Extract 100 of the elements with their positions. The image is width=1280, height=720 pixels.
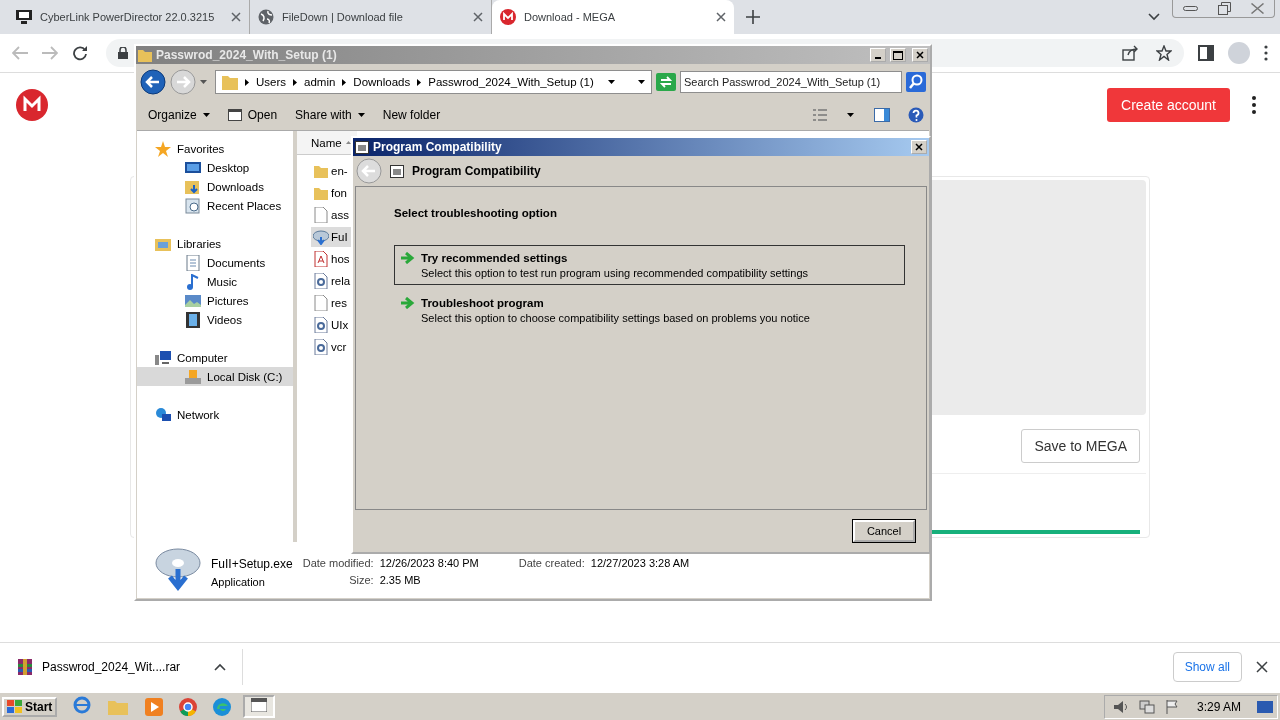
refresh-icon (656, 73, 676, 91)
cancel-button[interactable]: Cancel (853, 520, 915, 542)
browser-tab[interactable]: CyberLink PowerDirector 22.0.3215 (8, 0, 250, 34)
file-item[interactable]: fon (311, 183, 357, 203)
create-account-button[interactable]: Create account (1107, 88, 1230, 122)
window-icon (227, 109, 242, 121)
toolbar-button[interactable]: Organize (142, 105, 216, 125)
star-outline-icon (1156, 45, 1172, 61)
globe-icon (258, 9, 274, 25)
caret-icon (293, 78, 298, 86)
close-icon (916, 51, 924, 59)
field-value: 12/26/2023 8:40 PM (379, 557, 479, 569)
nav-item[interactable]: Pictures (137, 291, 293, 310)
nav-item[interactable]: Music (137, 272, 293, 291)
drive-icon (185, 368, 201, 385)
close-button[interactable] (912, 48, 928, 62)
window-title: Passwrod_2024_With_Setup (1) (156, 48, 337, 62)
toolbar-button[interactable]: Open (221, 105, 284, 125)
file-item[interactable]: UIx (311, 315, 357, 335)
search-field[interactable]: Search Passwrod_2024_With_Setup (1) (680, 71, 902, 93)
nav-item[interactable]: Favorites (137, 139, 293, 158)
view-list-icon (813, 109, 827, 121)
chevron-down-icon (1148, 13, 1160, 21)
windows-flag-icon (7, 699, 23, 714)
maximize-button[interactable] (890, 48, 906, 62)
recent-places-icon (185, 197, 201, 214)
caret-icon (607, 80, 615, 84)
caret-icon (245, 78, 249, 86)
download-item[interactable]: Passwrod_2024_Wit....rar (42, 660, 181, 674)
file-item[interactable]: res (311, 293, 357, 313)
film-icon (185, 311, 201, 328)
star-icon (155, 140, 171, 157)
media-player-icon (145, 697, 164, 716)
file-icon (313, 207, 329, 223)
reload-icon (72, 45, 88, 61)
menu-icon (1252, 96, 1256, 114)
nav-item[interactable]: Local Disk (C:) (137, 367, 293, 386)
arrow-icon (401, 252, 415, 264)
setup-disc-icon (155, 545, 201, 591)
nav-item[interactable]: Desktop (137, 158, 293, 177)
network-icon (1138, 699, 1155, 714)
option-link[interactable]: Troubleshoot program Select this option to choose compatibility settings based on problems you notice (394, 290, 905, 330)
archive-icon (18, 659, 32, 675)
nav-item[interactable]: Network (137, 405, 293, 424)
preview-pane-icon (874, 108, 890, 122)
field-value: 2.35 MB (379, 574, 422, 586)
file-item[interactable]: ass (311, 205, 357, 225)
file-item[interactable]: vcr (311, 337, 357, 357)
file-item[interactable]: en- (311, 161, 357, 181)
field-label: Size: (348, 574, 374, 586)
close-icon (716, 12, 726, 22)
close-icon (1251, 3, 1264, 14)
back-arrow-icon (12, 46, 28, 60)
taskbar-window-button[interactable] (243, 695, 276, 718)
nav-item[interactable]: Libraries (137, 234, 293, 253)
minimize-button[interactable] (870, 48, 886, 62)
close-icon (915, 143, 923, 151)
arrow-icon (401, 297, 415, 309)
file-item[interactable]: rela (311, 271, 357, 291)
file-item[interactable]: hos (311, 249, 357, 269)
close-button[interactable] (911, 140, 927, 154)
forward-arrow-icon (42, 46, 58, 60)
toolbar-button[interactable]: Share with (289, 105, 371, 125)
breadcrumb-item[interactable]: Downloads (353, 76, 411, 88)
share-icon (1122, 45, 1138, 61)
close-icon (231, 12, 241, 22)
download-folder-icon (185, 178, 201, 195)
desktop-icon (185, 159, 201, 176)
field-label: Date created: (518, 557, 585, 569)
toolbar-button[interactable]: New folder (376, 105, 447, 125)
chevron-up-icon (214, 663, 227, 671)
column-header[interactable]: Name (297, 131, 357, 155)
picture-icon (185, 292, 201, 309)
field-value: 12/27/2023 3:28 AM (590, 557, 690, 569)
save-button[interactable]: Save to MEGA (1021, 429, 1140, 464)
breadcrumb-item[interactable]: admin (304, 76, 336, 88)
nav-item[interactable]: Downloads (137, 177, 293, 196)
search-icon (906, 72, 926, 92)
nav-item[interactable]: Videos (137, 310, 293, 329)
caret-icon (342, 78, 347, 86)
caret-icon (200, 80, 207, 84)
computer-icon (155, 349, 171, 366)
show-all-button[interactable]: Show all (1172, 652, 1242, 682)
close-icon (1256, 661, 1268, 673)
breadcrumb-item[interactable]: Users (256, 76, 287, 88)
breadcrumb-item[interactable]: Passwrod_2024_With_Setup (1) (428, 76, 594, 88)
prompt-text: Select troubleshooting option (394, 207, 558, 219)
folder-icon (313, 185, 329, 201)
browser-tab[interactable]: FileDown | Download file (250, 0, 492, 34)
nav-item[interactable]: Documents (137, 253, 293, 272)
browser-tab[interactable]: Download - MEGA (492, 0, 734, 34)
option-link[interactable]: Try recommended settings Select this option to test run program using recommended compatibility settings (394, 245, 905, 285)
dialog-heading: Program Compatibility (412, 164, 541, 178)
maximize-icon (893, 50, 903, 60)
nav-item[interactable]: Recent Places (137, 196, 293, 215)
window-icon (251, 698, 268, 712)
nav-item[interactable]: Computer (137, 348, 293, 367)
address-field[interactable]: Users admin Downloads Passwrod_2024_With_Setup (1) (215, 70, 652, 94)
start-button[interactable]: Start (2, 696, 58, 717)
caret-icon (357, 113, 365, 117)
